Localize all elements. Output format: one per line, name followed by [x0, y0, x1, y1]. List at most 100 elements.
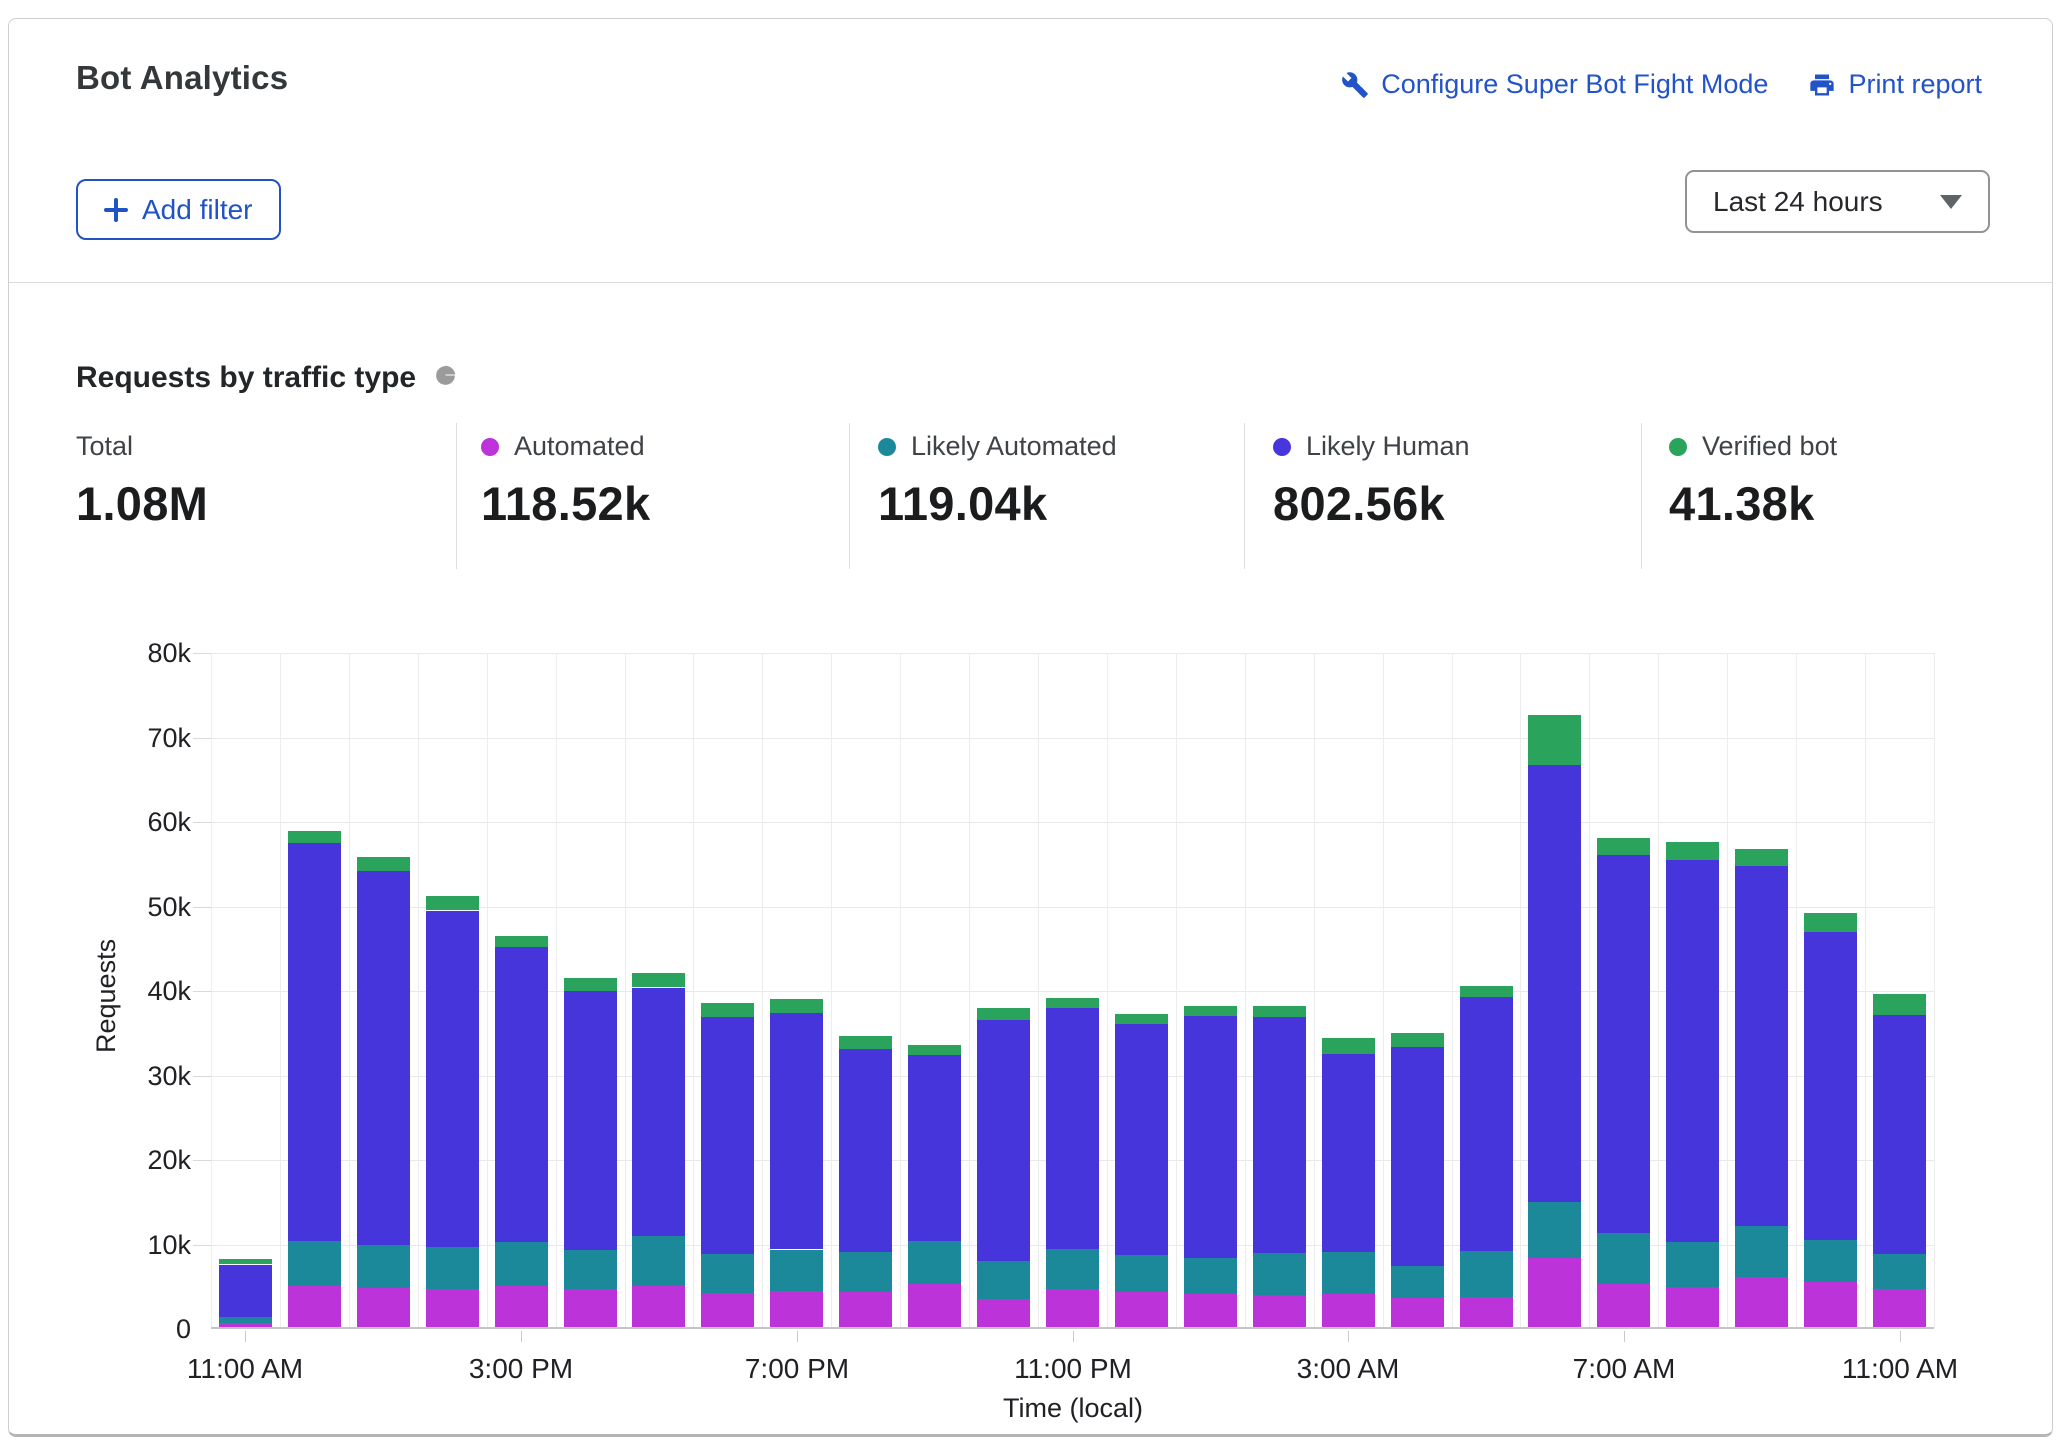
- bar-11-00-am[interactable]: [219, 1259, 272, 1327]
- v-gridline: [900, 653, 901, 1327]
- bar-segment-verified-bot: [495, 936, 548, 947]
- time-range-value: Last 24 hours: [1713, 186, 1883, 218]
- configure-super-bot-fight-mode-link[interactable]: Configure Super Bot Fight Mode: [1341, 69, 1768, 100]
- bar-3-00-am[interactable]: [1322, 1038, 1375, 1327]
- bar-8-00-pm[interactable]: [839, 1036, 892, 1327]
- bar-7-00-am[interactable]: [1597, 838, 1650, 1327]
- bar-7-00-pm[interactable]: [770, 999, 823, 1327]
- bar-12-00-pm[interactable]: [288, 831, 341, 1327]
- y-axis-tick: [193, 1245, 211, 1246]
- bar-segment-likely-automated: [770, 1250, 823, 1291]
- bar-segment-likely-human: [1115, 1023, 1168, 1255]
- bar-segment-likely-automated: [1046, 1249, 1099, 1289]
- v-gridline: [762, 653, 763, 1327]
- x-axis-tick: [1073, 1331, 1074, 1342]
- bar-2-00-pm[interactable]: [426, 896, 479, 1327]
- bar-segment-verified-bot: [1046, 998, 1099, 1008]
- bar-6-00-pm[interactable]: [701, 1003, 754, 1327]
- v-gridline: [349, 653, 350, 1327]
- legend-dot-icon: [481, 438, 499, 456]
- stat-label-row: Likely Automated: [878, 431, 1117, 462]
- bar-segment-likely-human: [1873, 1015, 1926, 1254]
- plot-area: [211, 653, 1934, 1329]
- bar-segment-automated: [219, 1323, 272, 1327]
- bar-segment-verified-bot: [564, 978, 617, 991]
- stat-label: Automated: [514, 431, 645, 462]
- stat-total[interactable]: Total1.08M: [76, 431, 208, 531]
- chevron-down-icon: [1940, 195, 1962, 209]
- bar-6-00-am[interactable]: [1528, 715, 1581, 1327]
- bar-8-00-am[interactable]: [1666, 842, 1719, 1327]
- bar-segment-automated: [1253, 1295, 1306, 1327]
- y-axis-tick-label: 50k: [79, 894, 191, 921]
- v-gridline: [1658, 653, 1659, 1327]
- bar-segment-verified-bot: [288, 831, 341, 843]
- bar-10-00-am[interactable]: [1804, 914, 1857, 1327]
- add-filter-button[interactable]: Add filter: [76, 179, 281, 240]
- y-axis-tick: [193, 1160, 211, 1161]
- x-axis-tick-label: 11:00 AM: [187, 1353, 303, 1385]
- v-gridline: [1038, 653, 1039, 1327]
- stat-likely-automated[interactable]: Likely Automated119.04k: [878, 431, 1117, 531]
- x-axis-tick-label: 3:00 AM: [1297, 1353, 1400, 1385]
- y-axis-tick-label: 20k: [79, 1147, 191, 1174]
- v-gridline: [1452, 653, 1453, 1327]
- bar-4-00-am[interactable]: [1391, 1034, 1444, 1327]
- time-range-dropdown[interactable]: Last 24 hours: [1685, 170, 1990, 233]
- bar-segment-likely-automated: [1666, 1241, 1719, 1287]
- print-report-link[interactable]: Print report: [1808, 69, 1982, 100]
- bot-analytics-card: Bot Analytics Configure Super Bot Fight …: [8, 18, 2053, 1437]
- bar-2-00-am[interactable]: [1253, 1006, 1306, 1327]
- bar-1-00-am[interactable]: [1184, 1006, 1237, 1327]
- stat-likely-human[interactable]: Likely Human802.56k: [1273, 431, 1470, 531]
- bar-segment-likely-human: [564, 991, 617, 1250]
- bar-segment-likely-human: [1528, 765, 1581, 1202]
- bar-segment-likely-automated: [288, 1241, 341, 1286]
- bar-segment-automated: [1873, 1289, 1926, 1327]
- bar-segment-verified-bot: [701, 1003, 754, 1017]
- bar-11-00-pm[interactable]: [1046, 997, 1099, 1327]
- bar-5-00-am[interactable]: [1460, 986, 1513, 1327]
- bar-10-00-pm[interactable]: [977, 1008, 1030, 1327]
- bar-5-00-pm[interactable]: [632, 974, 685, 1327]
- bar-segment-verified-bot: [1528, 715, 1581, 765]
- bar-3-00-pm[interactable]: [495, 936, 548, 1327]
- stat-divider: [1244, 423, 1245, 569]
- bar-9-00-pm[interactable]: [908, 1045, 961, 1327]
- x-axis-tick-label: 11:00 PM: [1014, 1353, 1132, 1385]
- stat-automated[interactable]: Automated118.52k: [481, 431, 650, 531]
- bar-segment-automated: [1184, 1294, 1237, 1327]
- bar-segment-likely-human: [1735, 865, 1788, 1226]
- bar-segment-verified-bot: [908, 1045, 961, 1055]
- y-axis-title: Requests: [91, 939, 122, 1053]
- bar-12-00-am[interactable]: [1115, 1014, 1168, 1327]
- bar-segment-verified-bot: [1873, 994, 1926, 1015]
- y-axis-tick: [193, 1076, 211, 1077]
- stat-value: 41.38k: [1669, 476, 1837, 531]
- bar-segment-verified-bot: [1391, 1033, 1444, 1047]
- bar-11-00-am[interactable]: [1873, 994, 1926, 1327]
- h-gridline: [211, 822, 1934, 823]
- bar-segment-likely-automated: [701, 1254, 754, 1293]
- bar-segment-likely-human: [219, 1265, 272, 1317]
- bar-segment-likely-human: [770, 1012, 823, 1249]
- bar-segment-automated: [1804, 1282, 1857, 1327]
- bar-segment-automated: [1597, 1284, 1650, 1327]
- v-gridline: [1176, 653, 1177, 1327]
- bar-segment-likely-automated: [839, 1251, 892, 1292]
- bar-4-00-pm[interactable]: [564, 978, 617, 1327]
- printer-icon: [1808, 71, 1836, 99]
- bar-9-00-am[interactable]: [1735, 849, 1788, 1327]
- bar-segment-likely-human: [1597, 854, 1650, 1233]
- x-axis-tick: [1900, 1331, 1901, 1342]
- bar-segment-verified-bot: [1322, 1038, 1375, 1054]
- plus-icon: [104, 198, 128, 222]
- v-gridline: [1796, 653, 1797, 1327]
- bar-segment-automated: [564, 1289, 617, 1327]
- pie-chart-icon: [433, 363, 458, 393]
- v-gridline: [831, 653, 832, 1327]
- bar-segment-automated: [288, 1286, 341, 1327]
- y-axis-tick-label: 0: [79, 1316, 191, 1343]
- stat-verified-bot[interactable]: Verified bot41.38k: [1669, 431, 1837, 531]
- bar-1-00-pm[interactable]: [357, 856, 410, 1327]
